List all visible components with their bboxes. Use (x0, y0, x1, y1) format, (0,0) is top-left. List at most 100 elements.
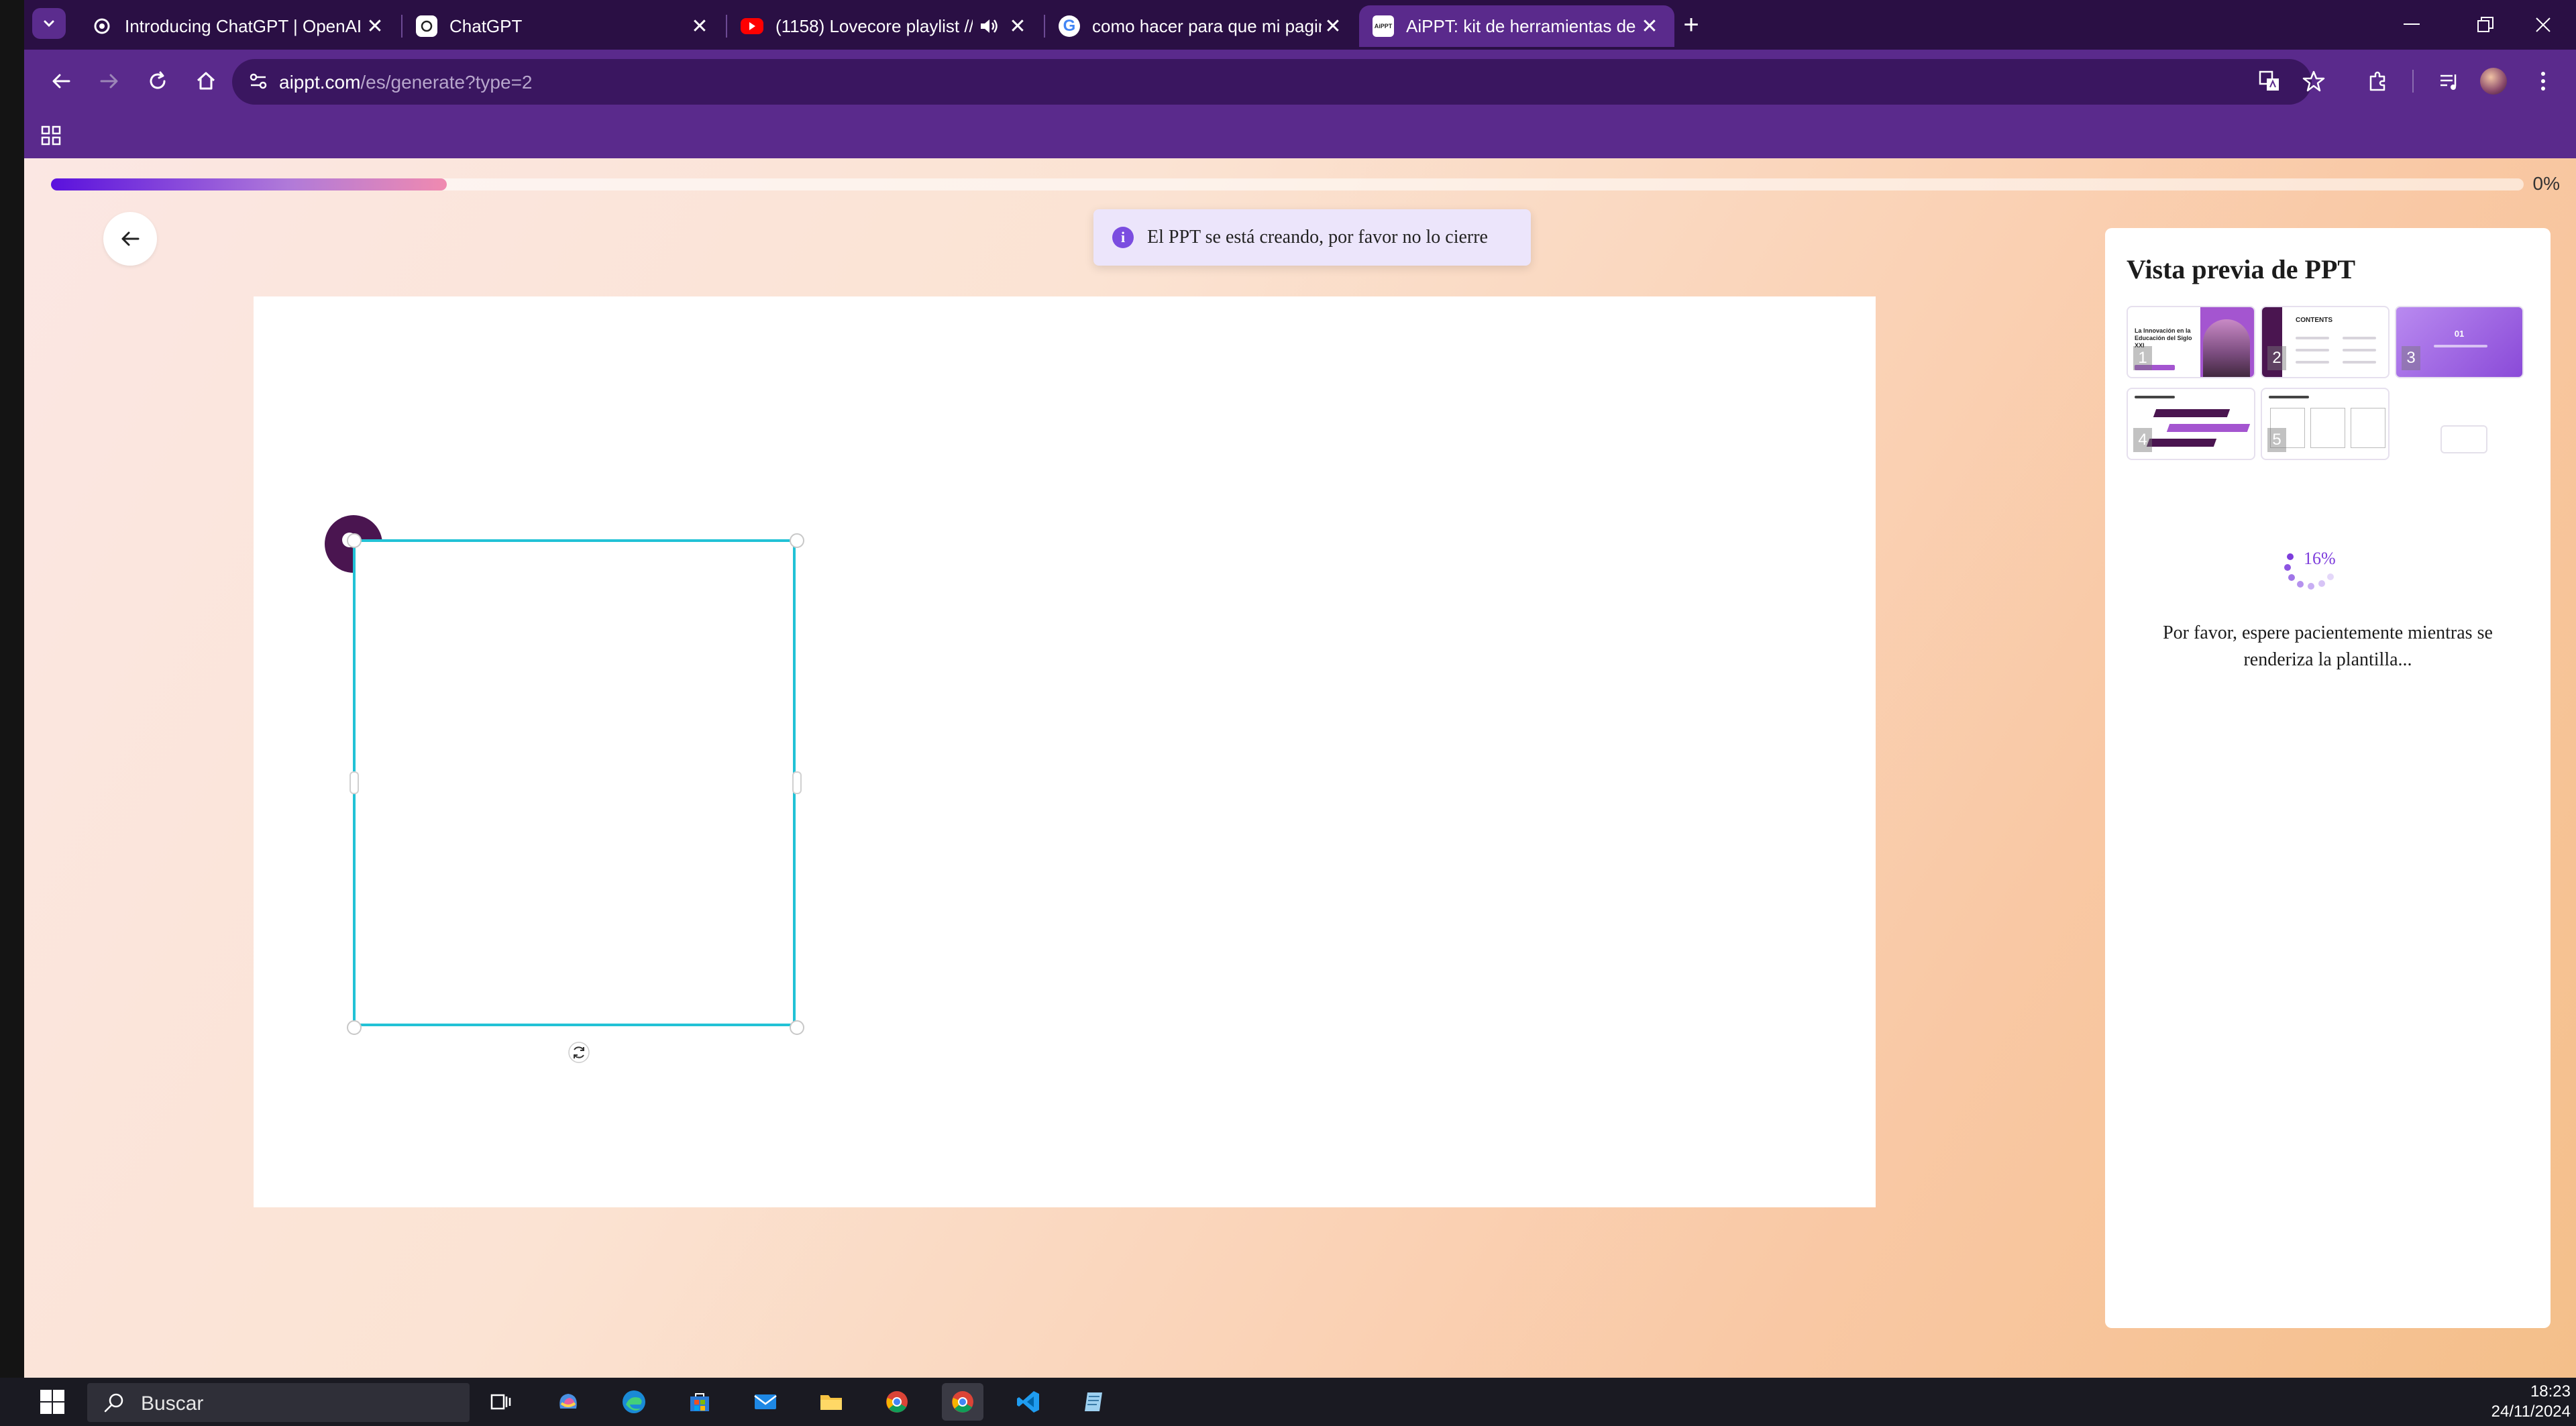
windows-taskbar: Buscar 18:23 24/11/2024 (0, 1378, 2576, 1426)
rotate-icon (568, 1042, 590, 1063)
generation-progress-bar (51, 178, 2524, 190)
arrow-left-icon (52, 74, 70, 89)
edge-icon (623, 1390, 645, 1413)
avatar (2480, 68, 2507, 95)
tab-chatgpt[interactable]: ChatGPT ✕ (402, 5, 724, 47)
microsoft-store-app[interactable] (679, 1383, 720, 1421)
selected-element-box[interactable] (353, 539, 796, 1026)
site-info-icon[interactable] (247, 70, 270, 93)
chrome-profile-app[interactable] (876, 1383, 918, 1421)
thumbnail-number: 3 (2402, 346, 2420, 370)
extensions-button[interactable] (2361, 64, 2395, 98)
close-tab-icon[interactable]: ✕ (1322, 15, 1344, 38)
vscode-app[interactable] (1008, 1383, 1049, 1421)
slide-thumbnail-5[interactable]: 5 (2261, 388, 2390, 460)
back-button[interactable] (103, 212, 157, 266)
speaker-icon[interactable] (979, 17, 1000, 35)
resize-handle-left[interactable] (350, 771, 359, 794)
thumbnail-number: 5 (2267, 428, 2286, 452)
new-tab-button[interactable]: + (1674, 9, 1708, 43)
reload-button[interactable] (141, 64, 174, 98)
folder-icon (820, 1395, 842, 1410)
rotate-handle[interactable] (568, 1041, 590, 1064)
media-controls-button[interactable] (2432, 64, 2466, 98)
tab-google-search[interactable]: G como hacer para que mi pagina ✕ (1045, 5, 1358, 47)
tab-lovecore-playlist[interactable]: (1158) Lovecore playlist // ♥ ✕ (727, 5, 1042, 47)
apps-grid-icon (41, 125, 61, 146)
tab-strip: Introducing ChatGPT | OpenAI ✕ ChatGPT ✕… (24, 0, 2576, 50)
tab-title: ChatGPT (449, 15, 523, 36)
menu-button[interactable] (2526, 64, 2560, 98)
thumbnail-number: 4 (2133, 428, 2152, 452)
tab-search-button[interactable] (32, 8, 66, 39)
thumbnail-bar (2146, 439, 2217, 447)
youtube-icon (741, 18, 763, 34)
preview-title: Vista previa de PPT (2127, 254, 2356, 284)
home-button[interactable] (189, 64, 223, 98)
copilot-app[interactable] (547, 1383, 589, 1421)
task-view-button[interactable] (480, 1383, 522, 1421)
file-explorer-app[interactable] (810, 1383, 852, 1421)
slide-thumbnail-4[interactable]: 4 (2127, 388, 2255, 460)
close-window-button[interactable] (2506, 0, 2576, 50)
tab-introducing-chatgpt[interactable]: Introducing ChatGPT | OpenAI ✕ (78, 5, 400, 47)
puzzle-icon (2369, 71, 2385, 91)
page-content: 0% i El PPT se está creando, por favor n… (24, 158, 2576, 1378)
store-icon (690, 1393, 709, 1411)
translate-button[interactable] (2253, 64, 2286, 98)
forward-button[interactable] (93, 64, 126, 98)
close-tab-icon[interactable]: ✕ (688, 15, 711, 38)
start-button[interactable] (39, 1388, 66, 1415)
taskbar-search[interactable]: Buscar (87, 1383, 470, 1422)
thumbnail-card (2351, 408, 2385, 448)
star-icon (2302, 70, 2325, 92)
loading-percent: 16% (2304, 549, 2336, 568)
progress-fill (51, 178, 447, 190)
notepad-app[interactable] (1073, 1383, 1115, 1421)
resize-handle-top-right[interactable] (790, 533, 804, 548)
search-placeholder: Buscar (141, 1392, 204, 1415)
info-icon: i (1112, 227, 1134, 248)
slide-thumbnail-1[interactable]: La Innovación en la Educación del Siglo … (2127, 306, 2255, 378)
close-tab-icon[interactable]: ✕ (1638, 15, 1661, 38)
copilot-icon (559, 1394, 577, 1409)
chrome-icon (886, 1391, 908, 1413)
progress-percent-label: 0% (2532, 173, 2560, 194)
edge-app[interactable] (613, 1383, 655, 1421)
resize-handle-right[interactable] (792, 771, 802, 794)
slide-thumbnail-2[interactable]: CONTENTS 2 (2261, 306, 2390, 378)
minimize-icon (2404, 23, 2420, 25)
close-tab-icon[interactable]: ✕ (364, 15, 386, 38)
thumbnail-photo (2203, 319, 2250, 377)
windows-logo-icon (40, 1390, 64, 1414)
close-tab-icon[interactable]: ✕ (1006, 15, 1029, 38)
mail-app[interactable] (745, 1383, 786, 1421)
resize-handle-top-left[interactable] (347, 533, 362, 548)
thumbnail-number: 2 (2267, 346, 2286, 370)
chrome-app[interactable] (942, 1383, 983, 1421)
google-icon: G (1059, 15, 1080, 37)
profile-button[interactable] (2477, 64, 2510, 98)
mail-icon (754, 1394, 777, 1409)
minimize-button[interactable] (2375, 0, 2449, 50)
reload-icon (150, 71, 166, 89)
system-clock[interactable]: 18:23 24/11/2024 (2491, 1382, 2571, 1422)
bookmark-star-button[interactable] (2297, 64, 2330, 98)
slide-canvas[interactable] (254, 296, 1876, 1207)
tab-title: (1158) Lovecore playlist // ♥ (775, 15, 973, 36)
clock-date: 24/11/2024 (2491, 1403, 2571, 1421)
address-bar[interactable]: aippt.com/es/generate?type=2 (232, 59, 2312, 105)
ppt-preview-panel: Vista previa de PPT La Innovación en la … (2105, 228, 2551, 1328)
resize-handle-bottom-right[interactable] (790, 1020, 804, 1035)
tab-title: como hacer para que mi pagina (1092, 15, 1322, 36)
thumbnail-card (2310, 408, 2345, 448)
slide-thumbnail-3[interactable]: 01 3 (2395, 306, 2524, 378)
tab-aippt[interactable]: AiPPT AiPPT: kit de herramientas de p ✕ (1359, 5, 1674, 47)
notepad-icon (1085, 1392, 1102, 1411)
close-icon (2536, 17, 2551, 32)
home-icon (197, 72, 215, 90)
resize-handle-bottom-left[interactable] (347, 1020, 362, 1035)
back-button[interactable] (44, 64, 78, 98)
apps-button[interactable] (38, 122, 64, 149)
toolbar-divider (2412, 70, 2414, 93)
